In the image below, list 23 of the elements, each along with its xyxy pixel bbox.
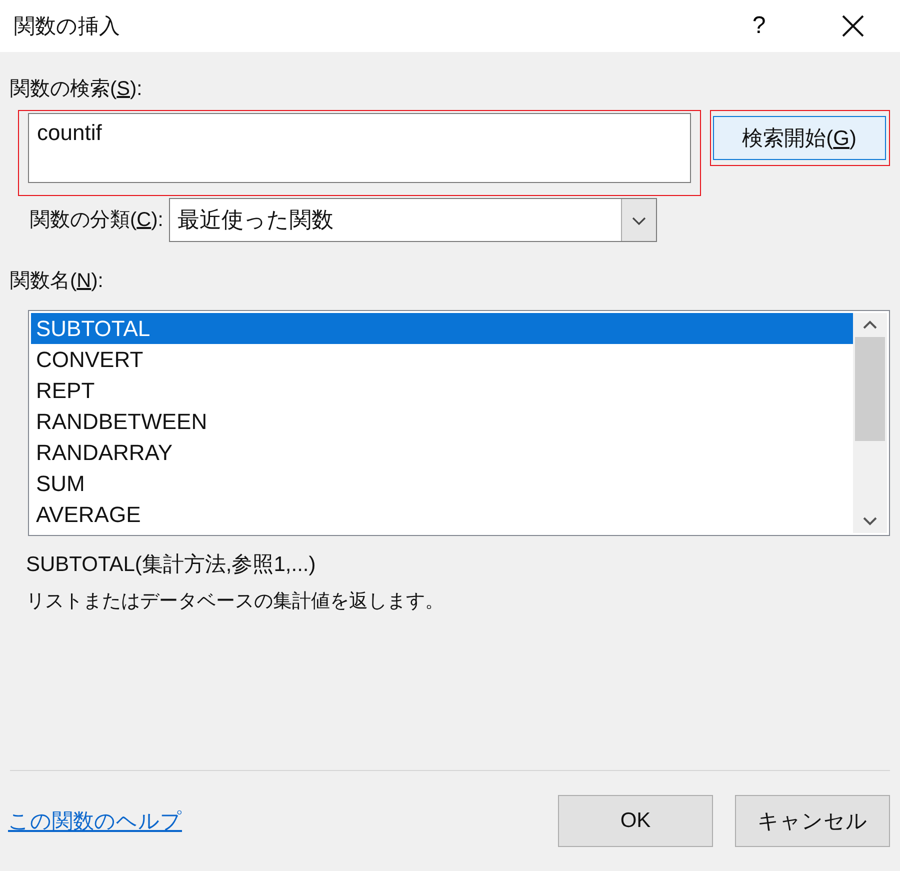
function-item[interactable]: CONVERT [31, 344, 853, 375]
search-field[interactable]: countif [28, 113, 691, 183]
search-label: 関数の検索(S): [10, 77, 144, 102]
function-item[interactable]: AVERAGE [31, 499, 853, 530]
function-description: リストまたはデータベースの集計値を返します。 [26, 590, 445, 614]
caret-icon [621, 199, 656, 241]
cancel-button[interactable]: キャンセル [735, 795, 890, 847]
function-list-label: 関数名(N): [10, 269, 104, 294]
function-item[interactable]: REPT [31, 375, 853, 406]
function-item[interactable]: SUBTOTAL [31, 313, 853, 344]
function-item[interactable]: RANDBETWEEN [31, 406, 853, 437]
window-title: 関数の挿入 [14, 14, 121, 40]
function-syntax: SUBTOTAL(集計方法,参照1,...) [26, 552, 317, 578]
category-label: 関数の分類(C): [30, 208, 164, 233]
category-dropdown[interactable]: 最近使った関数 [169, 198, 658, 242]
help-link[interactable]: この関数のヘルプ [8, 807, 558, 835]
search-button[interactable]: 検索開始(G) [712, 116, 886, 160]
scrollbar-thumb[interactable] [855, 337, 885, 441]
ok-button[interactable]: OK [558, 795, 713, 847]
function-item[interactable]: SUM [31, 468, 853, 499]
help-button[interactable]: ? [712, 0, 806, 52]
close-icon [842, 15, 864, 37]
function-item[interactable]: RANDARRAY [31, 437, 853, 468]
